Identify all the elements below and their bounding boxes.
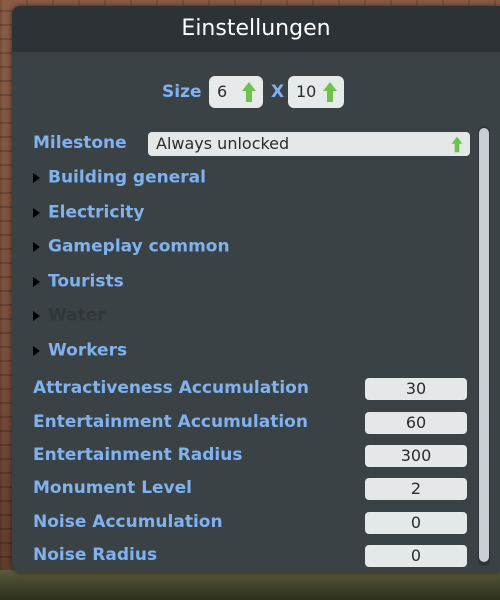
section-label: Workers	[48, 340, 128, 361]
section-water: Water	[33, 302, 106, 328]
expand-triangle-icon	[33, 345, 40, 356]
size-width-stepper[interactable]: 6	[209, 76, 263, 108]
expand-triangle-icon	[33, 310, 40, 321]
entertainment-accumulation-label: Entertainment Accumulation	[33, 412, 308, 432]
noise-accumulation-label: Noise Accumulation	[33, 512, 223, 532]
expand-triangle-icon	[33, 172, 40, 183]
section-tourists[interactable]: Tourists	[33, 268, 124, 294]
size-height-value: 10	[296, 82, 317, 101]
entertainment-radius-label: Entertainment Radius	[33, 445, 243, 465]
section-electricity[interactable]: Electricity	[33, 199, 145, 225]
dropdown-arrow-icon	[451, 136, 463, 153]
size-separator: X	[271, 82, 285, 102]
settings-content: Milestone Always unlocked Building gener…	[12, 124, 482, 572]
attractiveness-accumulation-label: Attractiveness Accumulation	[33, 378, 309, 398]
size-width-value: 6	[217, 82, 228, 101]
noise-accumulation-input[interactable]: 0	[365, 512, 467, 534]
monument-level-input[interactable]: 2	[365, 478, 467, 500]
size-height-stepper[interactable]: 10	[288, 76, 344, 108]
size-label: Size	[162, 82, 202, 102]
expand-triangle-icon	[33, 276, 40, 287]
attractiveness-accumulation-input[interactable]: 30	[365, 378, 467, 400]
noise-radius-input[interactable]: 0	[365, 545, 467, 567]
entertainment-accumulation-input[interactable]: 60	[365, 412, 467, 434]
monument-level-label: Monument Level	[33, 478, 192, 498]
milestone-dropdown[interactable]: Always unlocked	[148, 132, 470, 156]
noise-radius-label: Noise Radius	[33, 545, 158, 565]
increase-arrow-icon[interactable]	[322, 81, 338, 103]
section-label: Water	[48, 305, 106, 326]
section-label: Electricity	[48, 202, 145, 223]
section-building-general[interactable]: Building general	[33, 164, 206, 190]
expand-triangle-icon	[33, 241, 40, 252]
section-gameplay-common[interactable]: Gameplay common	[33, 233, 230, 259]
milestone-label: Milestone	[33, 133, 127, 153]
expand-triangle-icon	[33, 207, 40, 218]
game-ground	[0, 570, 500, 600]
size-row: Size 6 X 10	[12, 76, 500, 110]
section-label: Tourists	[48, 271, 124, 292]
section-label: Building general	[48, 167, 206, 188]
panel-title: Einstellungen	[181, 16, 331, 41]
section-workers[interactable]: Workers	[33, 337, 127, 363]
section-label: Gameplay common	[48, 236, 230, 257]
milestone-dropdown-value: Always unlocked	[156, 134, 290, 153]
panel-header[interactable]: Einstellungen	[12, 6, 500, 52]
settings-panel: Einstellungen Size 6 X 10 Milestone Alwa…	[12, 6, 500, 572]
entertainment-radius-input[interactable]: 300	[365, 445, 467, 467]
increase-arrow-icon[interactable]	[241, 81, 257, 103]
